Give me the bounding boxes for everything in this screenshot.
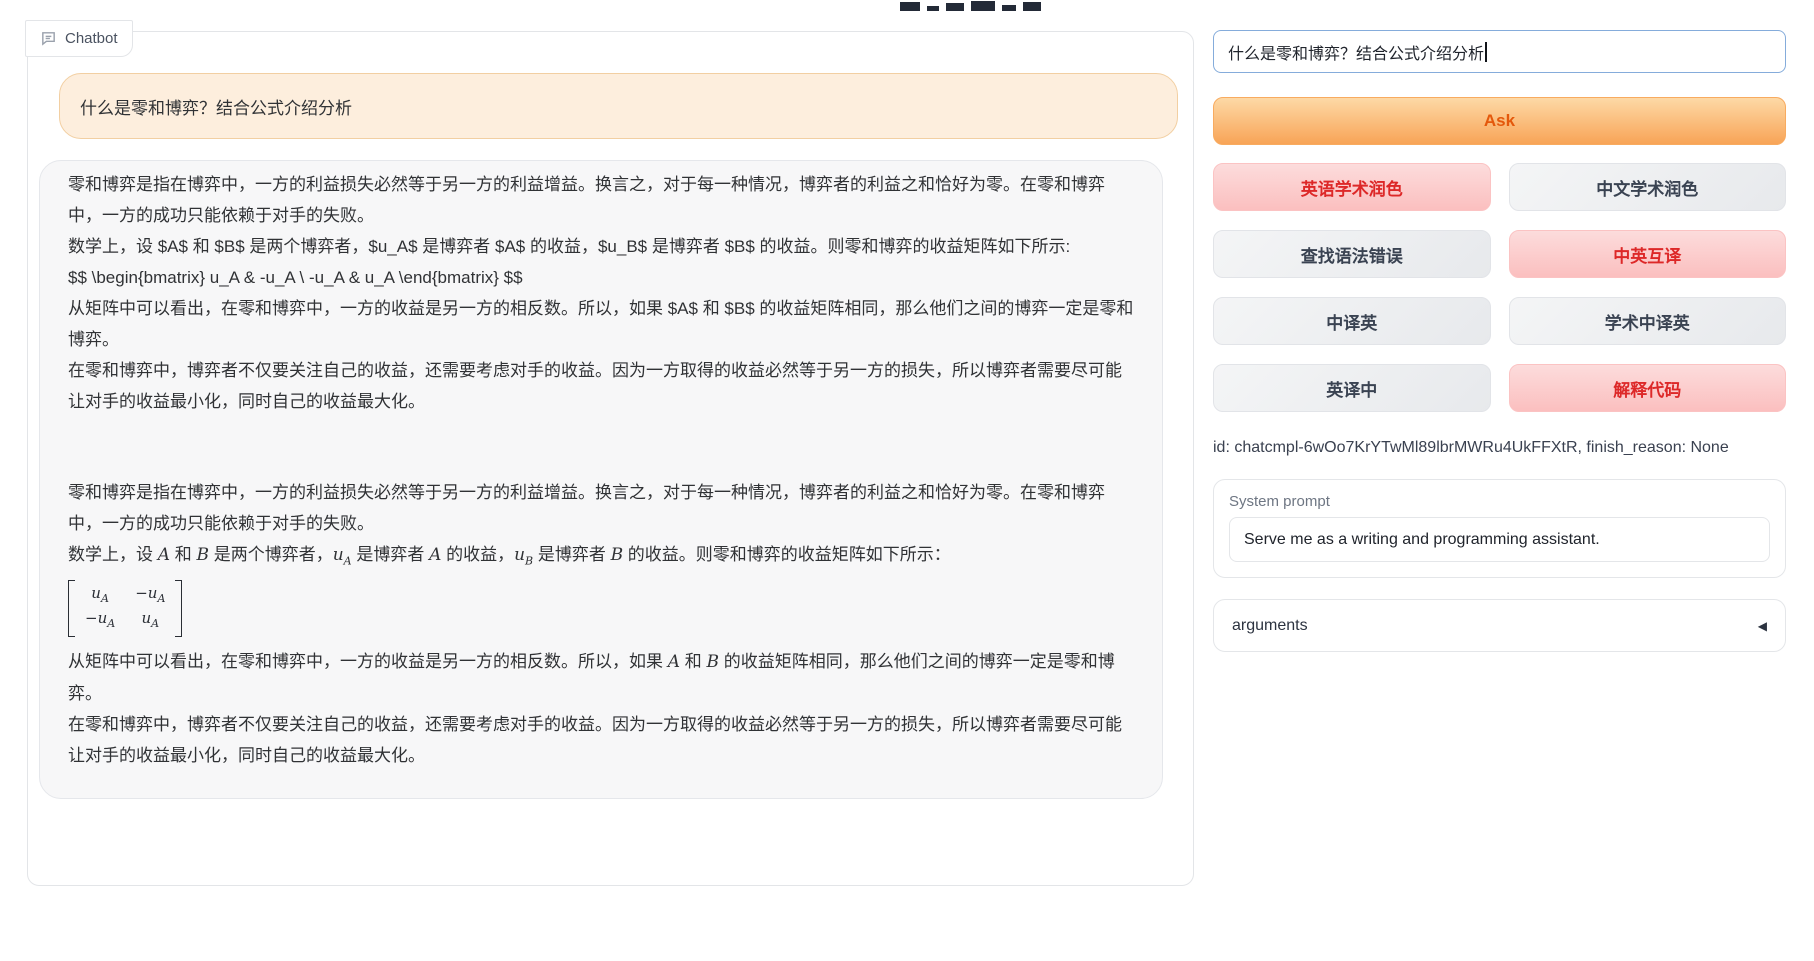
quick-button-3[interactable]: 查找语法错误 xyxy=(1213,230,1491,278)
ask-button[interactable]: Ask xyxy=(1213,97,1786,145)
bot-paragraph: 数学上，设 $A$ 和 $B$ 是两个博弈者，$u_A$ 是博弈者 $A$ 的收… xyxy=(68,231,1134,262)
matrix-cell: uA xyxy=(135,609,165,633)
right-panel: 什么是零和博弈？结合公式介绍分析 Ask 英语学术润色中文学术润色查找语法错误中… xyxy=(1213,30,1786,652)
chatbot-panel: 什么是零和博弈？结合公式介绍分析 零和博弈是指在博弈中，一方的利益损失必然等于另… xyxy=(27,31,1194,886)
system-prompt-input[interactable]: Serve me as a writing and programming as… xyxy=(1229,517,1770,562)
matrix-cell: uA xyxy=(85,584,115,608)
quick-button-1[interactable]: 英语学术润色 xyxy=(1213,163,1491,211)
system-prompt-value: Serve me as a writing and programming as… xyxy=(1244,531,1600,549)
system-prompt-label: System prompt xyxy=(1229,493,1770,510)
user-message-text: 什么是零和博弈？结合公式介绍分析 xyxy=(80,94,352,119)
quick-button-5[interactable]: 中译英 xyxy=(1213,297,1491,345)
quick-button-4[interactable]: 中英互译 xyxy=(1509,230,1787,278)
bot-paragraph-with-math: 数学上，设 A 和 B 是两个博弈者，uA 是博弈者 A 的收益，uB 是博弈者… xyxy=(68,539,1134,576)
accordion-label: arguments xyxy=(1232,617,1308,635)
quick-button-7[interactable]: 英译中 xyxy=(1213,364,1491,412)
system-prompt-card: System prompt Serve me as a writing and … xyxy=(1213,479,1786,578)
quick-button-8[interactable]: 解释代码 xyxy=(1509,364,1787,412)
matrix-left-bracket xyxy=(68,580,75,637)
clipped-glyph xyxy=(927,6,939,11)
user-message-bubble: 什么是零和博弈？结合公式介绍分析 xyxy=(59,73,1178,139)
bot-paragraph: 在零和博弈中，博弈者不仅要关注自己的收益，还需要考虑对手的收益。因为一方取得的收… xyxy=(68,709,1134,771)
accordion-collapse-icon[interactable]: ◀ xyxy=(1758,619,1767,633)
clipped-glyph xyxy=(900,2,920,11)
clipped-page-title xyxy=(900,0,1050,11)
bot-paragraph: 从矩阵中可以看出，在零和博弈中，一方的收益是另一方的相反数。所以，如果 $A$ … xyxy=(68,293,1134,355)
chatbot-label-tab: Chatbot xyxy=(25,20,133,57)
question-input-value: 什么是零和博弈？结合公式介绍分析 xyxy=(1228,40,1484,64)
quick-button-2[interactable]: 中文学术润色 xyxy=(1509,163,1787,211)
clipped-glyph xyxy=(971,1,995,11)
bot-message-bubble: 零和博弈是指在博弈中，一方的利益损失必然等于另一方的利益增益。换言之，对于每一种… xyxy=(39,160,1163,799)
bot-paragraph: 零和博弈是指在博弈中，一方的利益损失必然等于另一方的利益增益。换言之，对于每一种… xyxy=(68,477,1134,539)
matrix-right-bracket xyxy=(175,580,182,637)
bot-message-rendered-block: 零和博弈是指在博弈中，一方的利益损失必然等于另一方的利益增益。换言之，对于每一种… xyxy=(68,477,1134,771)
clipped-glyph xyxy=(946,3,964,11)
text-cursor xyxy=(1485,42,1487,62)
matrix-cell: −uA xyxy=(135,584,165,608)
chatbot-label: Chatbot xyxy=(65,30,118,47)
quick-buttons-grid: 英语学术润色中文学术润色查找语法错误中英互译中译英学术中译英英译中解释代码 xyxy=(1213,163,1786,412)
clipped-glyph xyxy=(1002,5,1016,11)
clipped-glyph xyxy=(1023,2,1041,11)
bot-paragraph: 零和博弈是指在博弈中，一方的利益损失必然等于另一方的利益增益。换言之，对于每一种… xyxy=(68,169,1134,231)
bot-paragraph-with-math: 从矩阵中可以看出，在零和博弈中，一方的收益是另一方的相反数。所以，如果 A 和 … xyxy=(68,646,1134,709)
bot-paragraph-latex-source: $$ \begin{bmatrix} u_A & -u_A \ -u_A & u… xyxy=(68,262,1134,293)
speech-bubble-icon xyxy=(40,30,57,47)
question-input[interactable]: 什么是零和博弈？结合公式介绍分析 xyxy=(1213,30,1786,73)
quick-button-6[interactable]: 学术中译英 xyxy=(1509,297,1787,345)
status-line: id: chatcmpl-6wOo7KrYTwMl89lbrMWRu4UkFFX… xyxy=(1213,439,1786,457)
arguments-accordion[interactable]: arguments ◀ xyxy=(1213,599,1786,652)
bot-message-raw-block: 零和博弈是指在博弈中，一方的利益损失必然等于另一方的利益增益。换言之，对于每一种… xyxy=(68,169,1134,417)
bot-paragraph: 在零和博弈中，博弈者不仅要关注自己的收益，还需要考虑对手的收益。因为一方取得的收… xyxy=(68,355,1134,417)
matrix-cell: −uA xyxy=(85,609,115,633)
payoff-matrix: uA−uA−uAuA xyxy=(68,580,1134,642)
